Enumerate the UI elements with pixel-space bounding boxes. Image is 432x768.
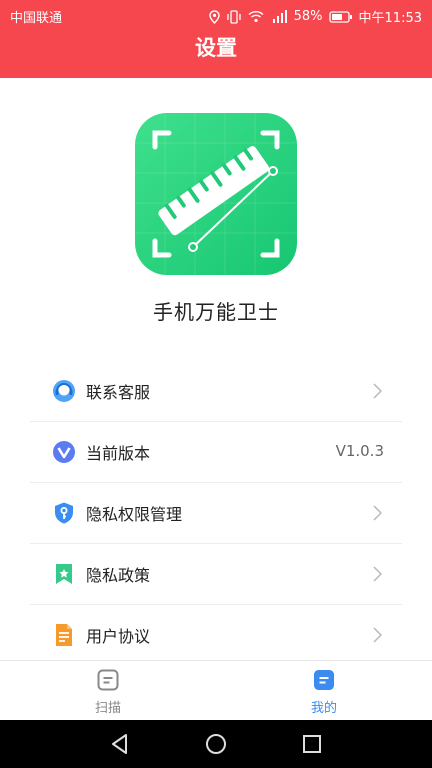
version-value: V1.0.3 (335, 442, 384, 460)
menu-item-label: 当前版本 (86, 444, 151, 463)
status-icons: 58% 中午11:53 (208, 7, 422, 26)
version-icon (52, 440, 76, 464)
app-name: 手机万能卫士 (153, 300, 279, 324)
bookmark-star-icon (52, 562, 76, 586)
back-icon[interactable] (110, 733, 130, 755)
vibrate-icon (226, 9, 241, 24)
customer-service-icon (52, 379, 76, 403)
menu-item-label: 用户协议 (86, 627, 151, 646)
carrier-name: 中国联通 (10, 11, 63, 26)
chevron-right-icon (373, 627, 382, 643)
ruler-icon (135, 113, 297, 275)
wifi-icon (248, 11, 264, 23)
menu-item-privacy-policy[interactable]: 隐私政策 (30, 544, 402, 605)
recents-icon[interactable] (302, 734, 322, 754)
location-icon (208, 9, 220, 24)
settings-menu: 联系客服 当前版本 V1.0.3 隐私权限管理 隐私政策 用户协议 (30, 361, 402, 666)
chevron-right-icon (373, 383, 382, 399)
menu-item-label: 隐私权限管理 (86, 505, 183, 524)
page-header: 设置 (0, 30, 432, 78)
status-time: 中午11:53 (358, 11, 422, 26)
home-icon[interactable] (205, 733, 227, 755)
chevron-right-icon (373, 566, 382, 582)
tab-label: 我的 (310, 701, 337, 716)
page-title: 设置 (195, 36, 237, 60)
tab-label: 扫描 (94, 701, 121, 716)
menu-item-label: 联系客服 (86, 383, 151, 402)
status-bar: 中国联通 58% 中午11:53 (0, 0, 432, 30)
chevron-right-icon (373, 505, 382, 521)
battery-icon (328, 10, 352, 23)
menu-item-user-agreement[interactable]: 用户协议 (30, 605, 402, 666)
battery-percent: 58% (293, 9, 323, 24)
shield-key-icon (52, 501, 76, 525)
menu-item-label: 隐私政策 (86, 566, 151, 585)
tab-scan[interactable]: 扫描 (58, 669, 158, 716)
document-icon (52, 623, 76, 647)
signal-icon (272, 10, 287, 23)
mine-icon (314, 670, 334, 690)
scan-icon (97, 669, 119, 691)
app-logo (135, 113, 297, 275)
tab-mine[interactable]: 我的 (274, 669, 374, 716)
menu-item-current-version[interactable]: 当前版本 V1.0.3 (30, 422, 402, 483)
menu-item-contact-service[interactable]: 联系客服 (30, 361, 402, 422)
bottom-tab-bar: 扫描 我的 (0, 660, 432, 721)
system-navigation-bar (0, 720, 432, 768)
menu-item-privacy-permissions[interactable]: 隐私权限管理 (30, 483, 402, 544)
